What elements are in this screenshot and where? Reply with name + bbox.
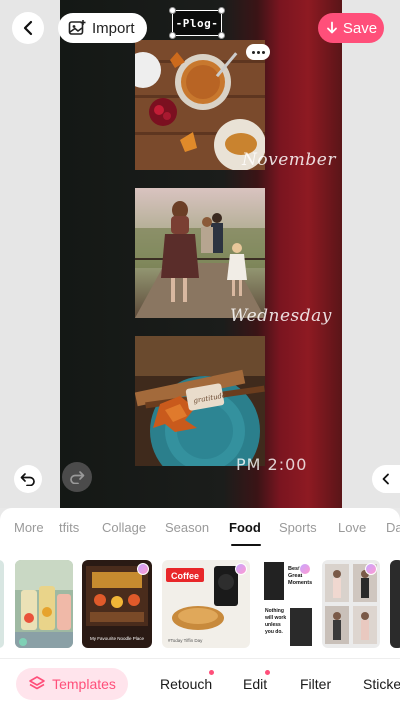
time-text[interactable]: PM 2:00 — [236, 455, 307, 474]
tab-food[interactable]: Food — [229, 520, 261, 535]
coffee-template[interactable]: Coffee #Today Tiffin Day — [162, 560, 250, 648]
photo-place-setting[interactable]: gratitude — [135, 336, 265, 466]
undo-button[interactable] — [14, 465, 42, 493]
tab-da[interactable]: Da — [386, 520, 400, 535]
pro-badge — [235, 563, 247, 575]
coffee-caption: #Today Tiffin Day — [168, 638, 203, 643]
nav-stickers[interactable]: Sticke — [363, 676, 400, 692]
collapse-panel-button[interactable] — [372, 465, 400, 493]
tab-collage[interactable]: Collage — [102, 520, 146, 535]
coffee-title: Coffee — [171, 571, 199, 581]
tab-love[interactable]: Love — [338, 520, 366, 535]
fashion-line-3: Moments — [288, 580, 312, 586]
bottom-nav: Templates Retouch Edit Filter Sticke — [0, 660, 400, 711]
resize-handle[interactable] — [218, 32, 225, 39]
template-thumb-partial[interactable] — [0, 560, 4, 648]
tab-sports[interactable]: Sports — [279, 520, 317, 535]
noodle-place-template[interactable]: My Favourite Noodle Place — [82, 560, 152, 648]
fashion-line-5: will work — [264, 615, 286, 621]
fashion-line-6: unless — [265, 622, 281, 628]
drinks-template[interactable] — [15, 560, 73, 648]
tab-season[interactable]: Season — [165, 520, 209, 535]
nav-edit[interactable]: Edit — [243, 676, 267, 692]
divider — [0, 658, 400, 659]
undo-icon — [20, 473, 35, 486]
import-image-icon — [68, 20, 86, 35]
more-dots-icon[interactable] — [246, 44, 270, 60]
fashion-line-4: Nothing — [265, 608, 284, 614]
resize-handle[interactable] — [169, 7, 176, 14]
resize-handle[interactable] — [169, 32, 176, 39]
active-tab-indicator — [231, 544, 261, 546]
new-dot — [265, 670, 270, 675]
back-button[interactable] — [12, 12, 44, 44]
save-button[interactable]: Save — [318, 13, 384, 43]
templates-layers-icon — [29, 676, 45, 690]
photo-family-walk[interactable] — [135, 188, 265, 318]
template-list: My Favourite Noodle Place Coffee #Today … — [0, 560, 400, 648]
nav-filter[interactable]: Filter — [300, 676, 331, 692]
import-button[interactable]: Import — [58, 13, 147, 43]
plog-sticker[interactable]: -Plog- — [169, 7, 225, 39]
pro-badge — [137, 563, 149, 575]
plog-sticker-text: -Plog- — [175, 16, 219, 30]
tab-outfits[interactable]: tfits — [59, 520, 79, 535]
pro-badge — [299, 563, 311, 575]
fashion-line-7: you do. — [265, 629, 283, 635]
fashion-text-template[interactable]: Best Great Moments Nothing will work unl… — [262, 560, 314, 648]
noodle-caption: My Favourite Noodle Place — [90, 636, 145, 641]
save-label: Save — [342, 19, 378, 37]
new-dot — [209, 670, 214, 675]
category-tabs: More tfits Collage Season Food Sports Lo… — [0, 508, 400, 548]
pro-badge — [365, 563, 377, 575]
back-icon — [23, 20, 33, 36]
template-thumb-partial[interactable] — [390, 560, 400, 648]
nav-templates[interactable]: Templates — [16, 668, 128, 700]
fashion-line-2: Great — [288, 573, 303, 579]
import-label: Import — [92, 19, 135, 37]
fitness-collage-template[interactable] — [322, 560, 380, 648]
download-icon — [326, 21, 337, 34]
redo-button[interactable] — [62, 462, 92, 492]
plog-poster[interactable]: November Wednesday gratitude PM 2:00 — [60, 0, 342, 508]
template-panel: More tfits Collage Season Food Sports Lo… — [0, 508, 400, 711]
redo-icon — [70, 471, 85, 484]
nav-templates-label: Templates — [52, 676, 116, 692]
collapse-left-icon — [382, 473, 389, 485]
month-script-text[interactable]: November — [242, 150, 336, 170]
day-script-text[interactable]: Wednesday — [230, 306, 332, 326]
tab-more[interactable]: More — [14, 520, 44, 535]
nav-retouch[interactable]: Retouch — [160, 676, 212, 692]
resize-handle[interactable] — [218, 7, 225, 14]
